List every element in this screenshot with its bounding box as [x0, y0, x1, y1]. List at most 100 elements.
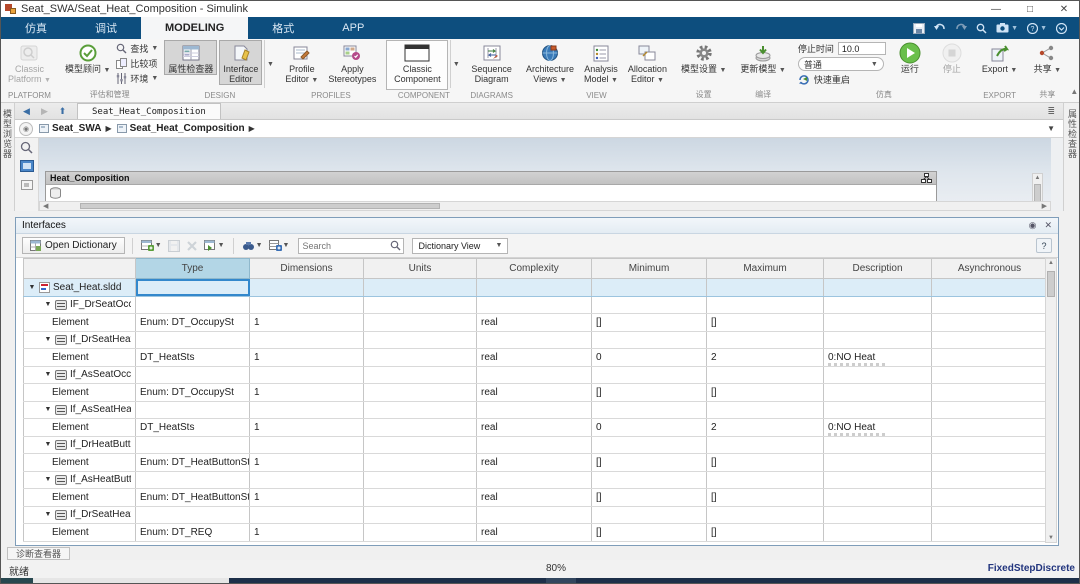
cell-description[interactable]: [824, 314, 932, 332]
cell-complexity[interactable]: [477, 279, 592, 297]
cell-type[interactable]: [136, 471, 250, 489]
cell-description[interactable]: [824, 489, 932, 507]
cell-complexity[interactable]: [477, 506, 592, 524]
cell-type[interactable]: Enum: DT_HeatButtonSt: [136, 454, 250, 472]
cell-type[interactable]: [136, 436, 250, 454]
button-environment[interactable]: 环境▼: [116, 72, 158, 85]
breadcrumb-separator-icon[interactable]: ▶: [249, 124, 255, 133]
cell-units[interactable]: [364, 524, 477, 542]
button-sequence-diagram[interactable]: SequenceDiagram: [467, 40, 516, 85]
tree-expand-icon[interactable]: ▼: [44, 336, 52, 343]
scroll-up-icon[interactable]: ▲: [1046, 260, 1056, 266]
cell-asynchronous[interactable]: [932, 436, 1048, 454]
cell-minimum[interactable]: []: [592, 314, 707, 332]
button-find[interactable]: 查找▼: [116, 42, 158, 55]
cell-units[interactable]: [364, 384, 477, 402]
cell-complexity[interactable]: real: [477, 384, 592, 402]
button-model-advisor[interactable]: 模型顾问 ▼: [61, 40, 114, 77]
ribbon-tab-modeling[interactable]: MODELING: [141, 17, 248, 39]
table-row[interactable]: ▼If_AsSeatHeatSt: [24, 401, 1048, 419]
cell-complexity[interactable]: [477, 331, 592, 349]
cell-maximum[interactable]: [707, 296, 824, 314]
gallery-dropdown-icon[interactable]: ▼: [450, 40, 461, 88]
table-row[interactable]: ElementEnum: DT_OccupySt1real[][]: [24, 314, 1048, 332]
cell-complexity[interactable]: [477, 296, 592, 314]
cell-asynchronous[interactable]: [932, 366, 1048, 384]
collapse-toolstrip-icon[interactable]: ▲: [1070, 39, 1080, 102]
cell-minimum[interactable]: []: [592, 489, 707, 507]
cell-units[interactable]: [364, 419, 477, 437]
cell-maximum[interactable]: 2: [707, 419, 824, 437]
cell-minimum[interactable]: []: [592, 384, 707, 402]
cell-dimensions[interactable]: 1: [250, 419, 364, 437]
button-run[interactable]: 运行: [890, 40, 930, 75]
cell-description[interactable]: [824, 401, 932, 419]
cell-type[interactable]: DT_HeatSts: [136, 419, 250, 437]
cell-maximum[interactable]: []: [707, 489, 824, 507]
search-input[interactable]: [298, 238, 404, 254]
cell-description[interactable]: [824, 366, 932, 384]
table-row[interactable]: ElementEnum: DT_REQ1real[][]: [24, 524, 1048, 542]
table-row[interactable]: ▼If_AsSeatOccupy: [24, 366, 1048, 384]
view-mode-dropdown[interactable]: Dictionary View ▼: [412, 238, 508, 254]
cell-units[interactable]: [364, 471, 477, 489]
tree-expand-icon[interactable]: ▼: [44, 406, 52, 413]
table-row[interactable]: ElementDT_HeatSts1real020:NO Heat: [24, 419, 1048, 437]
cell-maximum[interactable]: [707, 331, 824, 349]
tree-cell[interactable]: ▼If_DrSeatHeatSt: [24, 331, 136, 349]
cell-dimensions[interactable]: [250, 366, 364, 384]
cell-dimensions[interactable]: 1: [250, 349, 364, 367]
cell-type[interactable]: [136, 366, 250, 384]
cell-maximum[interactable]: [707, 366, 824, 384]
scrollbar-thumb[interactable]: [80, 203, 440, 209]
tree-expand-icon[interactable]: ▼: [44, 371, 52, 378]
cell-type[interactable]: [136, 279, 250, 297]
stop-time-input[interactable]: [838, 42, 886, 55]
column-header-asynchronous[interactable]: Asynchronous: [932, 259, 1048, 279]
cell-asynchronous[interactable]: [932, 331, 1048, 349]
search-icon[interactable]: [976, 23, 987, 34]
cell-type[interactable]: [136, 296, 250, 314]
ribbon-tab-仿真[interactable]: 仿真: [1, 17, 71, 39]
tree-cell[interactable]: Element: [24, 314, 136, 332]
tree-cell[interactable]: ▼If_AsSeatHeatSt: [24, 401, 136, 419]
up-to-parent-icon[interactable]: ⬆: [56, 103, 69, 119]
cell-dimensions[interactable]: [250, 471, 364, 489]
table-row[interactable]: ElementDT_HeatSts1real020:NO Heat: [24, 349, 1048, 367]
tree-cell[interactable]: ▼If_DrHeatButtonS: [24, 436, 136, 454]
forward-icon[interactable]: ▶: [38, 103, 51, 119]
chevron-down-icon[interactable]: ▼: [283, 242, 290, 249]
cell-units[interactable]: [364, 331, 477, 349]
cell-type[interactable]: [136, 331, 250, 349]
viewport-icon[interactable]: [19, 178, 34, 192]
component-block[interactable]: Heat_Composition: [45, 171, 937, 201]
help-icon[interactable]: ?▼: [1027, 23, 1047, 34]
cell-maximum[interactable]: [707, 506, 824, 524]
maximize-button[interactable]: □: [1013, 1, 1047, 17]
import-icon[interactable]: ▼: [203, 239, 226, 253]
cell-type[interactable]: Enum: DT_OccupySt: [136, 314, 250, 332]
cell-description[interactable]: [824, 279, 932, 297]
zoom-icon[interactable]: [19, 140, 34, 154]
cell-asynchronous[interactable]: [932, 401, 1048, 419]
sidebar-tab-model-browser[interactable]: 模型浏览器: [1, 103, 15, 211]
cell-asynchronous[interactable]: [932, 279, 1048, 297]
column-header-tree[interactable]: [24, 259, 136, 279]
cell-description[interactable]: [824, 296, 932, 314]
cell-description[interactable]: [824, 436, 932, 454]
button-profile-editor[interactable]: ProfileEditor ▼: [281, 40, 322, 87]
scroll-up-icon[interactable]: ▲: [1033, 175, 1042, 181]
cell-type[interactable]: DT_HeatSts: [136, 349, 250, 367]
simulation-mode-dropdown[interactable]: 普通▼: [798, 57, 884, 71]
tree-cell[interactable]: Element: [24, 419, 136, 437]
cell-type[interactable]: [136, 506, 250, 524]
cell-minimum[interactable]: [592, 506, 707, 524]
button-allocation-editor[interactable]: AllocationEditor ▼: [624, 40, 671, 87]
cell-description[interactable]: 0:NO Heat: [824, 349, 932, 367]
table-row[interactable]: ▼IF_DrSeatOccup: [24, 296, 1048, 314]
chevron-down-icon[interactable]: ▼: [256, 242, 263, 249]
cell-complexity[interactable]: real: [477, 454, 592, 472]
tree-expand-icon[interactable]: ▼: [44, 511, 52, 518]
help-button[interactable]: ?: [1036, 238, 1052, 253]
column-header-maximum[interactable]: Maximum: [707, 259, 824, 279]
